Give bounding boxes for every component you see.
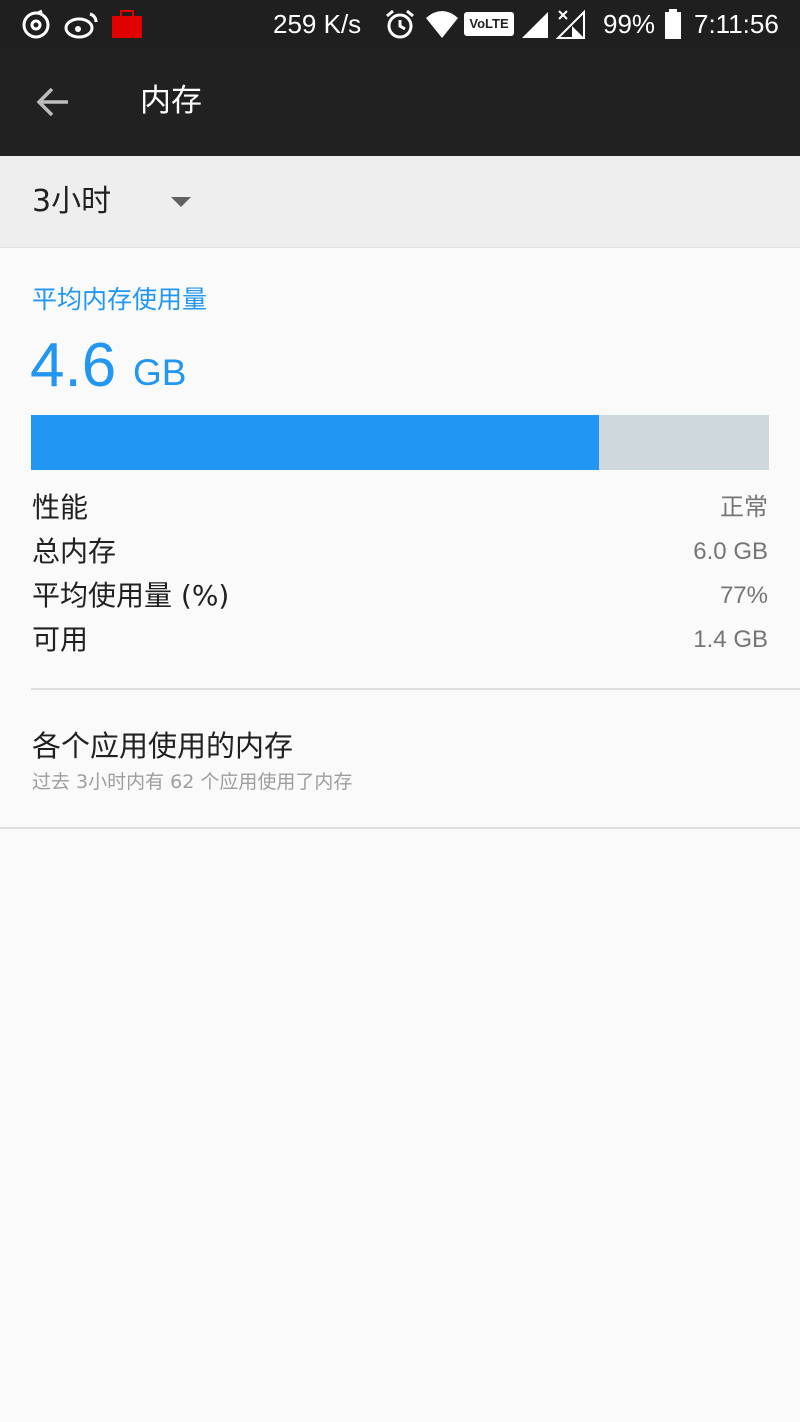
average-memory-value: 4.6 [30, 331, 117, 400]
memory-usage-bar-fill [31, 415, 600, 470]
period-spinner[interactable]: 3小时 [0, 156, 800, 248]
stat-row-total-memory: 总内存 6.0 GB [32, 530, 768, 574]
signal-no-service-icon [556, 9, 585, 39]
page-title: 内存 [140, 83, 202, 119]
stat-value: 6.0 GB [693, 538, 768, 565]
volte-icon: VoLTE [464, 12, 514, 36]
apps-memory-title: 各个应用使用的内存 [32, 729, 294, 763]
divider [0, 827, 800, 829]
battery-icon [665, 9, 681, 39]
period-selected: 3小时 [32, 184, 112, 219]
red-bag-icon [112, 10, 142, 38]
stat-label: 可用 [32, 623, 89, 656]
average-memory-unit: GB [133, 352, 187, 393]
stat-row-average-usage: 平均使用量 (%) 77% [32, 574, 768, 618]
net-speed: 259 K/s [273, 9, 362, 39]
wifi-icon [426, 11, 458, 38]
netease-music-icon [22, 9, 50, 39]
stat-row-available: 可用 1.4 GB [32, 618, 768, 662]
stat-value: 77% [719, 582, 768, 609]
toolbar: 内存 [0, 48, 800, 156]
stat-label: 总内存 [32, 535, 117, 568]
summary-title: 平均内存使用量 [32, 285, 208, 314]
alarm-icon [386, 9, 414, 39]
memory-usage-bar [31, 415, 769, 470]
stat-label: 平均使用量 (%) [32, 579, 230, 612]
stat-value: 1.4 GB [693, 626, 768, 653]
apps-memory-subtitle: 过去 3小时内有 62 个应用使用了内存 [32, 771, 353, 793]
dropdown-arrow-icon[interactable] [170, 195, 192, 209]
battery-percent: 99% [603, 9, 656, 39]
apps-memory-item[interactable]: 各个应用使用的内存 过去 3小时内有 62 个应用使用了内存 [0, 690, 800, 828]
volte-label: VoLTE [469, 16, 509, 31]
back-arrow-icon[interactable] [30, 82, 78, 122]
stat-row-performance: 性能 正常 [32, 486, 768, 530]
status-bar: 259 K/s VoLTE 99% 7:11:56 [0, 0, 800, 48]
stat-value: 正常 [720, 494, 768, 521]
signal-icon [522, 12, 548, 38]
weibo-icon [64, 12, 98, 39]
clock: 7:11:56 [694, 9, 779, 39]
stat-label: 性能 [32, 491, 89, 524]
